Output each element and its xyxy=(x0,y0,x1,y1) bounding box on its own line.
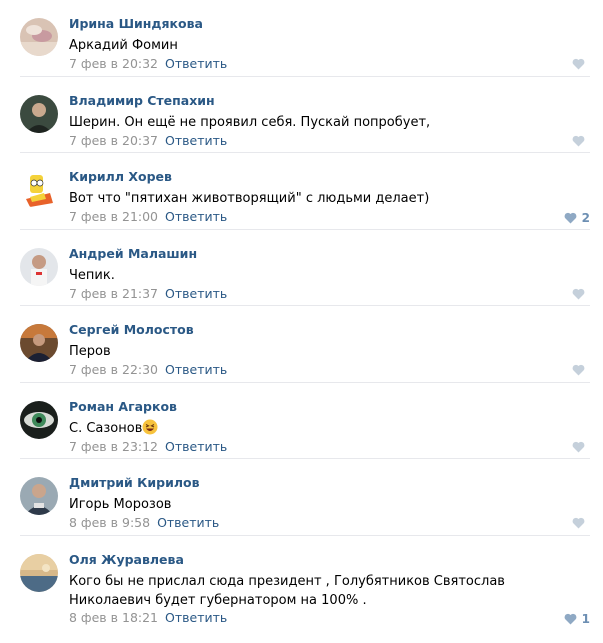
comment-item: Роман Агарков С. Сазонов 7 фев в 23:12 От… xyxy=(0,383,603,460)
reply-button[interactable]: Ответить xyxy=(165,56,227,71)
comment-item: Кирилл Хорев Вот что "пятихан животворящ… xyxy=(0,153,603,230)
comment-date[interactable]: 7 фев в 22:30 xyxy=(69,362,158,377)
comment-author[interactable]: Андрей Малашин xyxy=(69,246,197,261)
comment-date[interactable]: 8 фев в 18:21 xyxy=(69,610,158,625)
laughing-emoji-icon xyxy=(142,419,158,435)
comment-item: Владимир Степахин Шерин. Он ещё не прояв… xyxy=(0,77,603,154)
avatar[interactable] xyxy=(20,94,58,133)
avatar[interactable] xyxy=(20,324,58,362)
comment-text-value: С. Сазонов xyxy=(69,420,143,436)
comment-author[interactable]: Ирина Шиндякова xyxy=(69,16,203,31)
comment-author[interactable]: Оля Журавлева xyxy=(69,552,184,567)
heart-icon xyxy=(572,364,585,376)
comment-meta: 7 фев в 21:37 Ответить xyxy=(69,286,227,301)
comment-item: Андрей Малашин Чепик. 7 фев в 21:37 Ответ… xyxy=(0,230,603,307)
comment-meta: 7 фев в 23:12 Ответить xyxy=(69,439,227,454)
like-button[interactable] xyxy=(572,441,590,453)
heart-icon xyxy=(572,288,585,300)
comment-text: С. Сазонов xyxy=(69,419,583,438)
comment-text: Шерин. Он ещё не проявил себя. Пускай по… xyxy=(69,114,431,130)
reply-button[interactable]: Ответить xyxy=(165,209,227,224)
comment-text: Аркадий Фомин xyxy=(69,38,178,53)
comment-meta: 7 фев в 20:37 Ответить xyxy=(69,133,227,148)
comment-author[interactable]: Дмитрий Кирилов xyxy=(69,475,200,490)
heart-icon xyxy=(572,135,585,147)
like-button[interactable] xyxy=(572,517,590,529)
comment-meta: 7 фев в 22:30 Ответить xyxy=(69,362,227,377)
like-button[interactable] xyxy=(572,135,590,147)
like-button[interactable]: 2 xyxy=(564,211,590,225)
comment-text: Чепик. xyxy=(69,267,115,283)
heart-icon xyxy=(572,441,585,453)
comment-item: Оля Журавлева Кого бы не прислал сюда пр… xyxy=(0,536,603,631)
like-button[interactable] xyxy=(572,364,590,376)
comment-date[interactable]: 7 фев в 21:37 xyxy=(69,286,158,301)
heart-icon xyxy=(564,212,577,224)
comment-text: Игорь Морозов xyxy=(69,497,172,512)
like-button[interactable] xyxy=(572,58,590,70)
reply-button[interactable]: Ответить xyxy=(157,515,219,530)
like-button[interactable] xyxy=(572,288,590,300)
comment-item: Сергей Молостов Перов 7 фев в 22:30 Ответ… xyxy=(0,306,603,383)
reply-button[interactable]: Ответить xyxy=(165,286,227,301)
comment-meta: 8 фев в 9:58 Ответить xyxy=(69,515,219,530)
like-button[interactable]: 1 xyxy=(564,612,590,626)
comment-text: Перов xyxy=(69,344,111,359)
avatar[interactable] xyxy=(20,477,58,515)
comment-date[interactable]: 7 фев в 23:12 xyxy=(69,439,158,454)
comment-text: Вот что "пятихан животворящий" с людьми … xyxy=(69,191,430,206)
reply-button[interactable]: Ответить xyxy=(165,133,227,148)
comments-list: Ирина Шиндякова Аркадий Фомин 7 фев в 20… xyxy=(0,0,603,631)
heart-icon xyxy=(572,58,585,70)
avatar[interactable] xyxy=(20,553,58,592)
like-count: 2 xyxy=(581,211,590,225)
comment-meta: 7 фев в 21:00 Ответить xyxy=(69,209,227,224)
comment-meta: 7 фев в 20:32 Ответить xyxy=(69,56,227,71)
avatar[interactable] xyxy=(20,18,58,56)
reply-button[interactable]: Ответить xyxy=(165,362,227,377)
comment-date[interactable]: 7 фев в 20:32 xyxy=(69,56,158,71)
comment-item: Дмитрий Кирилов Игорь Морозов 8 фев в 9:… xyxy=(0,459,603,536)
avatar[interactable] xyxy=(20,247,58,286)
comment-date[interactable]: 7 фев в 21:00 xyxy=(69,209,158,224)
comment-date[interactable]: 7 фев в 20:37 xyxy=(69,133,158,148)
comment-author[interactable]: Роман Агарков xyxy=(69,399,177,414)
heart-icon xyxy=(564,613,577,625)
comment-author[interactable]: Сергей Молостов xyxy=(69,322,194,337)
heart-icon xyxy=(572,517,585,529)
comment-text: Кого бы не прислал сюда президент , Голу… xyxy=(69,573,505,608)
comment-meta: 8 фев в 18:21 Ответить xyxy=(69,610,227,625)
comment-author[interactable]: Владимир Степахин xyxy=(69,93,215,108)
reply-button[interactable]: Ответить xyxy=(165,439,227,454)
reply-button[interactable]: Ответить xyxy=(165,610,227,625)
avatar[interactable] xyxy=(20,400,58,439)
comment-item: Ирина Шиндякова Аркадий Фомин 7 фев в 20… xyxy=(0,0,603,77)
like-count: 1 xyxy=(581,611,590,626)
avatar[interactable] xyxy=(20,171,58,209)
comment-date[interactable]: 8 фев в 9:58 xyxy=(69,515,150,530)
comment-author[interactable]: Кирилл Хорев xyxy=(69,169,172,184)
